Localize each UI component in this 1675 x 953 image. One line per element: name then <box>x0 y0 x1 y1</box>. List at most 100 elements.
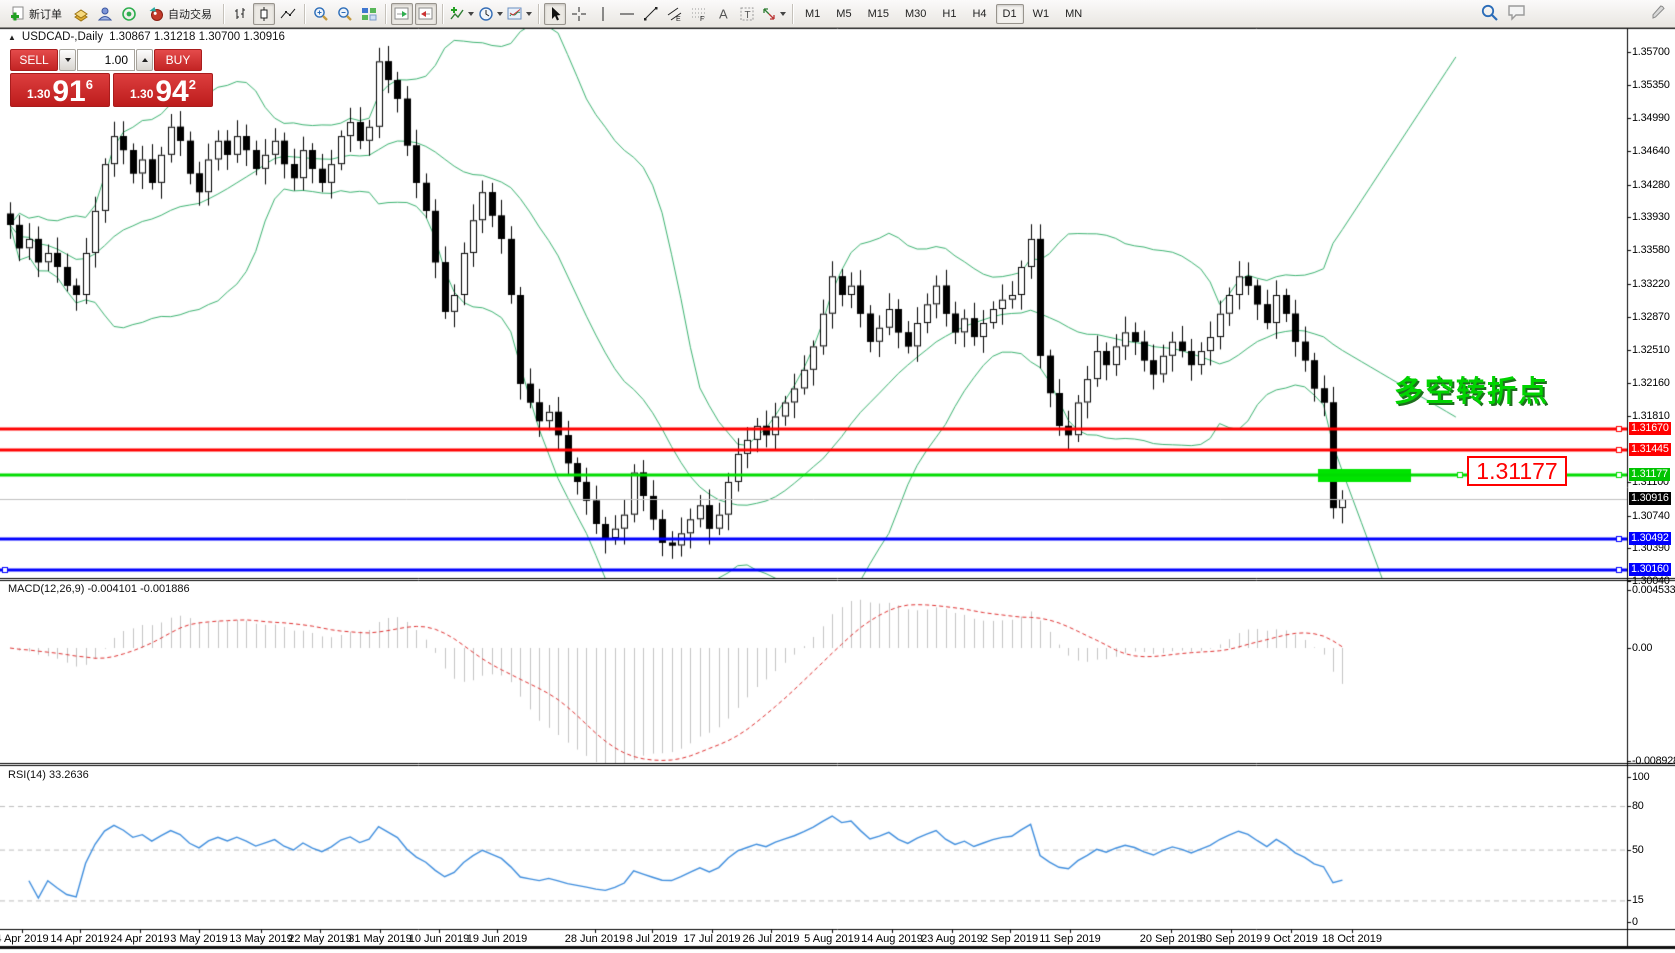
fibonacci-button[interactable]: F <box>688 3 710 25</box>
timeframe-button-m15[interactable]: M15 <box>861 4 896 24</box>
volume-input[interactable] <box>77 49 135 71</box>
buy-price-big: 94 <box>155 78 188 105</box>
sell-button[interactable]: SELL <box>10 49 58 71</box>
toolbar-separator <box>385 4 386 24</box>
volume-increase-button[interactable] <box>136 49 153 71</box>
sonar-icon <box>121 6 137 22</box>
svg-text:T: T <box>745 10 751 21</box>
person-icon <box>97 6 113 22</box>
price-chart-canvas[interactable] <box>0 0 1675 953</box>
toolbar-separator <box>442 4 443 24</box>
price-callout-label[interactable]: 1.31177 <box>1467 456 1567 486</box>
candlestick-chart-button[interactable] <box>253 3 275 25</box>
tile-windows-button[interactable] <box>358 3 380 25</box>
buy-price-small: 1.30 <box>130 87 153 101</box>
timeframe-button-d1[interactable]: D1 <box>996 4 1024 24</box>
timeframe-button-m5[interactable]: M5 <box>829 4 858 24</box>
volume-decrease-button[interactable] <box>59 49 76 71</box>
timeframe-button-mn[interactable]: MN <box>1058 4 1089 24</box>
svg-text:F: F <box>700 16 704 22</box>
sell-price-big: 91 <box>52 78 85 105</box>
indicators-button[interactable] <box>448 3 475 25</box>
triangle-up-icon <box>142 58 148 62</box>
add-indicator-icon <box>449 6 465 22</box>
signals-button[interactable] <box>118 3 140 25</box>
text-icon: A <box>715 6 731 22</box>
trendline-button[interactable] <box>640 3 662 25</box>
timeframe-button-w1[interactable]: W1 <box>1026 4 1057 24</box>
vertical-line-icon <box>595 6 611 22</box>
chart-shift-icon <box>394 6 410 22</box>
text-button[interactable]: A <box>712 3 734 25</box>
gold-layers-icon <box>73 6 89 22</box>
dropdown-caret-icon <box>526 12 532 16</box>
toolbar-separator <box>223 4 224 24</box>
text-label-icon: T <box>739 6 755 22</box>
crosshair-button[interactable] <box>568 3 590 25</box>
timeframe-button-m30[interactable]: M30 <box>898 4 933 24</box>
horizontal-line-icon <box>619 6 635 22</box>
arrows-button[interactable] <box>760 3 787 25</box>
zoom-in-icon <box>313 6 329 22</box>
turning-point-annotation[interactable]: 多空转折点 <box>1394 368 1549 410</box>
zoom-in-button[interactable] <box>310 3 332 25</box>
triangle-down-icon <box>65 58 71 62</box>
edit-pencil-icon[interactable] <box>1650 4 1667 21</box>
autotrading-icon <box>148 6 164 22</box>
timeframe-button-h1[interactable]: H1 <box>935 4 963 24</box>
new-order-button[interactable]: 新订单 <box>3 3 68 25</box>
template-chart-icon <box>507 6 523 22</box>
dropdown-caret-icon <box>468 12 474 16</box>
timeframe-group: M1M5M15M30H1H4D1W1MN <box>797 4 1090 24</box>
channel-icon: E <box>667 6 683 22</box>
buy-price-sup: 2 <box>189 77 196 92</box>
crosshair-icon <box>571 6 587 22</box>
one-click-trading-panel: SELL BUY 1.30916 1.30942 <box>10 49 218 107</box>
text-label-button[interactable]: T <box>736 3 758 25</box>
main-toolbar: 新订单 自动交易 <box>0 0 1675 28</box>
equidistant-channel-button[interactable]: E <box>664 3 686 25</box>
periods-button[interactable] <box>477 3 504 25</box>
svg-text:E: E <box>676 16 681 22</box>
cursor-icon <box>547 6 563 22</box>
dropdown-caret-icon <box>780 12 786 16</box>
templates-button[interactable] <box>506 3 533 25</box>
line-chart-icon <box>280 6 296 22</box>
profiles-button[interactable] <box>70 3 92 25</box>
auto-scroll-button[interactable] <box>415 3 437 25</box>
sell-price-display[interactable]: 1.30916 <box>10 73 110 107</box>
dropdown-caret-icon <box>497 12 503 16</box>
bars-chart-icon <box>232 6 248 22</box>
new-order-icon <box>9 6 25 22</box>
collapse-panel-icon[interactable]: ▲ <box>8 33 16 42</box>
cursor-button[interactable] <box>544 3 566 25</box>
candlestick-chart-icon <box>256 6 272 22</box>
toolbar-separator <box>538 4 539 24</box>
arrows-icon <box>761 6 777 22</box>
line-chart-button[interactable] <box>277 3 299 25</box>
sell-price-small: 1.30 <box>27 87 50 101</box>
buy-button[interactable]: BUY <box>154 49 202 71</box>
bars-chart-button[interactable] <box>229 3 251 25</box>
trendline-icon <box>643 6 659 22</box>
fibonacci-icon: F <box>691 6 707 22</box>
tile-windows-icon <box>361 6 377 22</box>
zoom-out-icon <box>337 6 353 22</box>
timeframe-button-m1[interactable]: M1 <box>798 4 827 24</box>
vertical-line-button[interactable] <box>592 3 614 25</box>
toolbar-separator <box>304 4 305 24</box>
clock-icon <box>478 6 494 22</box>
autotrading-button[interactable]: 自动交易 <box>142 3 218 25</box>
accounts-button[interactable] <box>94 3 116 25</box>
chat-icon[interactable] <box>1507 3 1527 22</box>
toolbar-separator <box>792 4 793 24</box>
buy-price-display[interactable]: 1.30942 <box>113 73 213 107</box>
svg-text:A: A <box>719 6 728 21</box>
chart-shift-button[interactable] <box>391 3 413 25</box>
timeframe-button-h4[interactable]: H4 <box>965 4 993 24</box>
auto-scroll-icon <box>418 6 434 22</box>
search-icon[interactable] <box>1480 3 1499 22</box>
horizontal-line-button[interactable] <box>616 3 638 25</box>
zoom-out-button[interactable] <box>334 3 356 25</box>
new-order-label: 新订单 <box>29 6 62 22</box>
